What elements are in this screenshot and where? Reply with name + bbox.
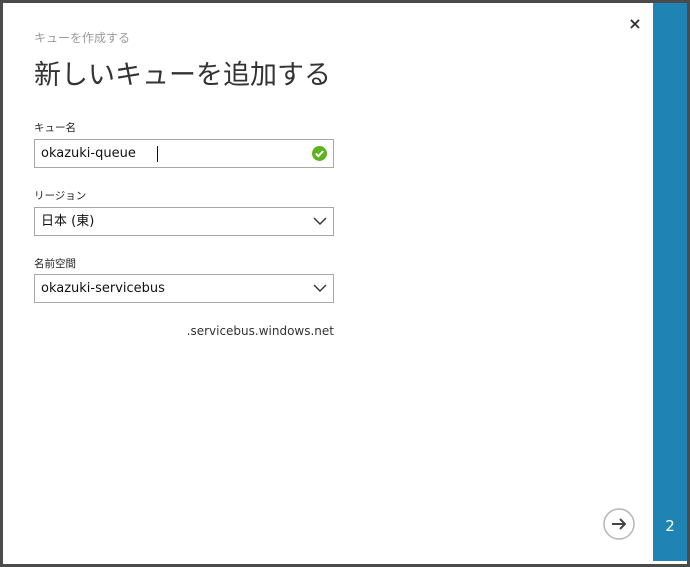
region-label: リージョン: [34, 190, 87, 202]
close-button[interactable]: ×: [626, 15, 644, 33]
namespace-selected-value: okazuki-servicebus: [41, 281, 165, 296]
dialog-title: 新しいキューを追加する: [34, 60, 331, 91]
next-button[interactable]: [603, 508, 635, 540]
create-queue-dialog: × キューを作成する 新しいキューを追加する キュー名 リージョン 日本 (東)…: [3, 3, 653, 561]
namespace-label: 名前空間: [34, 258, 76, 270]
chevron-down-icon: [313, 284, 327, 292]
dialog-subtitle: キューを作成する: [34, 31, 131, 45]
queue-name-input[interactable]: [35, 140, 305, 167]
namespace-domain-suffix: .servicebus.windows.net: [186, 324, 334, 338]
wizard-step-number: 2: [665, 517, 675, 535]
namespace-select[interactable]: okazuki-servicebus: [34, 274, 334, 303]
close-icon: ×: [628, 14, 642, 33]
queue-name-label: キュー名: [34, 122, 76, 134]
text-caret: [157, 146, 158, 162]
region-selected-value: 日本 (東): [41, 214, 95, 229]
region-select[interactable]: 日本 (東): [34, 207, 334, 236]
queue-name-field[interactable]: [34, 139, 334, 168]
wizard-step-rail: 2: [653, 3, 687, 561]
valid-check-icon: [312, 146, 327, 161]
chevron-down-icon: [313, 217, 327, 225]
arrow-right-circle-icon: [603, 508, 635, 540]
